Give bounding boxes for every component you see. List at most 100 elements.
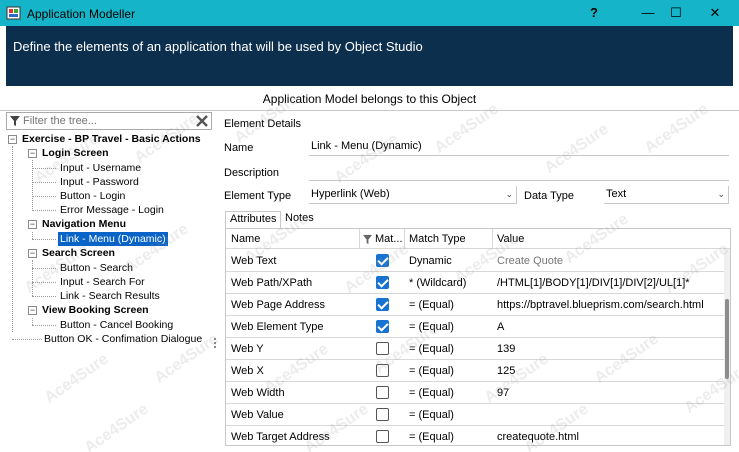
tab-notes[interactable]: Notes bbox=[281, 211, 321, 228]
cell-match-type: = (Equal) bbox=[409, 409, 454, 421]
description-field[interactable] bbox=[309, 163, 729, 181]
tree-guide bbox=[32, 232, 33, 239]
tree-item[interactable]: Input - Search For bbox=[60, 275, 145, 289]
tree-group-search-screen[interactable]: Search Screen bbox=[42, 246, 115, 260]
tab-attributes[interactable]: Attributes bbox=[225, 211, 281, 228]
tree-filter bbox=[6, 112, 212, 130]
table-row[interactable]: Web X = (Equal) 125 bbox=[226, 360, 726, 382]
cell-value[interactable]: 125 bbox=[497, 365, 515, 377]
filter-icon[interactable] bbox=[363, 235, 372, 244]
tree-guide bbox=[12, 146, 13, 332]
cell-match-type: = (Equal) bbox=[409, 387, 454, 399]
col-header-match-type[interactable]: Match Type bbox=[409, 233, 466, 245]
col-separator bbox=[492, 229, 493, 249]
match-checkbox[interactable] bbox=[376, 364, 389, 377]
tree-item[interactable]: Button - Search bbox=[60, 261, 133, 275]
col-header-name[interactable]: Name bbox=[231, 233, 260, 245]
table-row[interactable]: Web Target Address= (Equal)createquote.h… bbox=[226, 426, 726, 446]
cell-name: Web Y bbox=[231, 343, 264, 355]
cell-value[interactable]: 139 bbox=[497, 343, 515, 355]
help-button[interactable]: ? bbox=[583, 3, 605, 23]
attributes-grid: Name Mat... Match Type Value Web TextDyn… bbox=[225, 228, 731, 446]
tree-guide bbox=[32, 318, 33, 325]
match-checkbox[interactable] bbox=[376, 386, 389, 399]
cell-match-type: = (Equal) bbox=[409, 365, 454, 377]
cell-name: Web X bbox=[231, 365, 264, 377]
cell-value[interactable]: /HTML[1]/BODY[1]/DIV[1]/DIV[2]/UL[1]* bbox=[497, 277, 690, 289]
scrollbar-thumb[interactable] bbox=[725, 299, 729, 379]
element-type-dropdown[interactable]: Hyperlink (Web) ⌄ bbox=[309, 186, 517, 204]
name-field[interactable]: Link - Menu (Dynamic) bbox=[309, 138, 729, 156]
tree-guide bbox=[32, 282, 56, 283]
tree-item-selected[interactable]: Link - Menu (Dynamic) bbox=[58, 232, 168, 246]
tree-item[interactable]: Input - Password bbox=[60, 175, 139, 189]
cell-value[interactable]: A bbox=[497, 321, 504, 333]
name-label: Name bbox=[224, 142, 253, 154]
description-label: Description bbox=[224, 167, 279, 179]
tree-group-login-screen[interactable]: Login Screen bbox=[42, 146, 109, 160]
cell-match-type: = (Equal) bbox=[409, 299, 454, 311]
collapse-icon[interactable]: − bbox=[28, 149, 37, 158]
match-checkbox[interactable] bbox=[376, 342, 389, 355]
match-checkbox[interactable] bbox=[376, 408, 389, 421]
maximize-button[interactable]: ☐ bbox=[665, 3, 687, 23]
tree-guide bbox=[32, 268, 56, 269]
tree-guide bbox=[12, 339, 42, 340]
tree-item[interactable]: Button OK - Confimation Dialogue bbox=[44, 332, 202, 346]
tree-item[interactable]: Error Message - Login bbox=[60, 203, 164, 217]
match-checkbox[interactable] bbox=[376, 254, 389, 267]
pane-splitter[interactable] bbox=[214, 112, 216, 446]
tree-item[interactable]: Button - Cancel Booking bbox=[60, 318, 173, 332]
tree-root[interactable]: Exercise - BP Travel - Basic Actions bbox=[22, 132, 201, 146]
table-row[interactable]: Web Value= (Equal) bbox=[226, 404, 726, 426]
table-row[interactable]: Web Y = (Equal) 139 bbox=[226, 338, 726, 360]
cell-match-type: = (Equal) bbox=[409, 431, 454, 443]
cell-name: Web Width bbox=[231, 387, 285, 399]
cell-match-type: = (Equal) bbox=[409, 343, 454, 355]
match-checkbox[interactable] bbox=[376, 430, 389, 443]
cell-value[interactable]: 97 bbox=[497, 387, 509, 399]
col-separator bbox=[359, 229, 360, 249]
cell-value[interactable]: createquote.html bbox=[497, 431, 579, 443]
tree-item[interactable]: Input - Username bbox=[60, 161, 141, 175]
table-row[interactable]: Web Element Type= (Equal)A bbox=[226, 316, 726, 338]
splitter-grip-icon bbox=[214, 342, 216, 344]
col-header-match[interactable]: Mat... bbox=[375, 233, 403, 245]
cell-value[interactable]: https://bptravel.blueprism.com/search.ht… bbox=[497, 299, 704, 311]
tree-guide bbox=[32, 196, 56, 197]
table-row[interactable]: Web Width = (Equal) 97 bbox=[226, 382, 726, 404]
cell-match-type: = (Equal) bbox=[409, 321, 454, 333]
table-row[interactable]: Web Page Address= (Equal)https://bptrave… bbox=[226, 294, 726, 316]
close-button[interactable]: ✕ bbox=[704, 3, 726, 23]
table-row[interactable]: Web Path/XPath* (Wildcard)/HTML[1]/BODY[… bbox=[226, 272, 726, 294]
collapse-icon[interactable]: − bbox=[28, 220, 37, 229]
splitter-grip-icon bbox=[214, 346, 216, 348]
element-details-pane: Element Details Name Link - Menu (Dynami… bbox=[221, 112, 733, 446]
data-type-dropdown[interactable]: Text ⌄ bbox=[604, 186, 729, 204]
cell-value[interactable]: Create Quote bbox=[497, 255, 563, 267]
col-header-value[interactable]: Value bbox=[497, 233, 524, 245]
tree-guide bbox=[32, 168, 56, 169]
tree-group-navigation-menu[interactable]: Navigation Menu bbox=[42, 217, 126, 231]
tree-filter-input[interactable] bbox=[23, 114, 193, 128]
grid-scrollbar[interactable] bbox=[724, 249, 730, 446]
clear-filter-icon[interactable] bbox=[195, 114, 209, 128]
tree-item[interactable]: Button - Login bbox=[60, 189, 125, 203]
tree-item[interactable]: Link - Search Results bbox=[60, 289, 160, 303]
collapse-icon[interactable]: − bbox=[28, 249, 37, 258]
table-row[interactable]: Web TextDynamicCreate Quote bbox=[226, 250, 726, 272]
minimize-button[interactable]: — bbox=[637, 3, 659, 23]
data-type-value: Text bbox=[606, 188, 626, 200]
divider bbox=[0, 110, 739, 111]
cell-name: Web Path/XPath bbox=[231, 277, 312, 289]
match-checkbox[interactable] bbox=[376, 320, 389, 333]
match-checkbox[interactable] bbox=[376, 298, 389, 311]
cell-name: Web Text bbox=[231, 255, 276, 267]
tree-group-view-booking-screen[interactable]: View Booking Screen bbox=[42, 303, 149, 317]
collapse-icon[interactable]: − bbox=[8, 135, 17, 144]
banner-text: Define the elements of an application th… bbox=[13, 39, 423, 54]
chevron-down-icon: ⌄ bbox=[717, 186, 725, 202]
match-checkbox[interactable] bbox=[376, 276, 389, 289]
element-details-heading: Element Details bbox=[224, 118, 301, 130]
collapse-icon[interactable]: − bbox=[28, 306, 37, 315]
